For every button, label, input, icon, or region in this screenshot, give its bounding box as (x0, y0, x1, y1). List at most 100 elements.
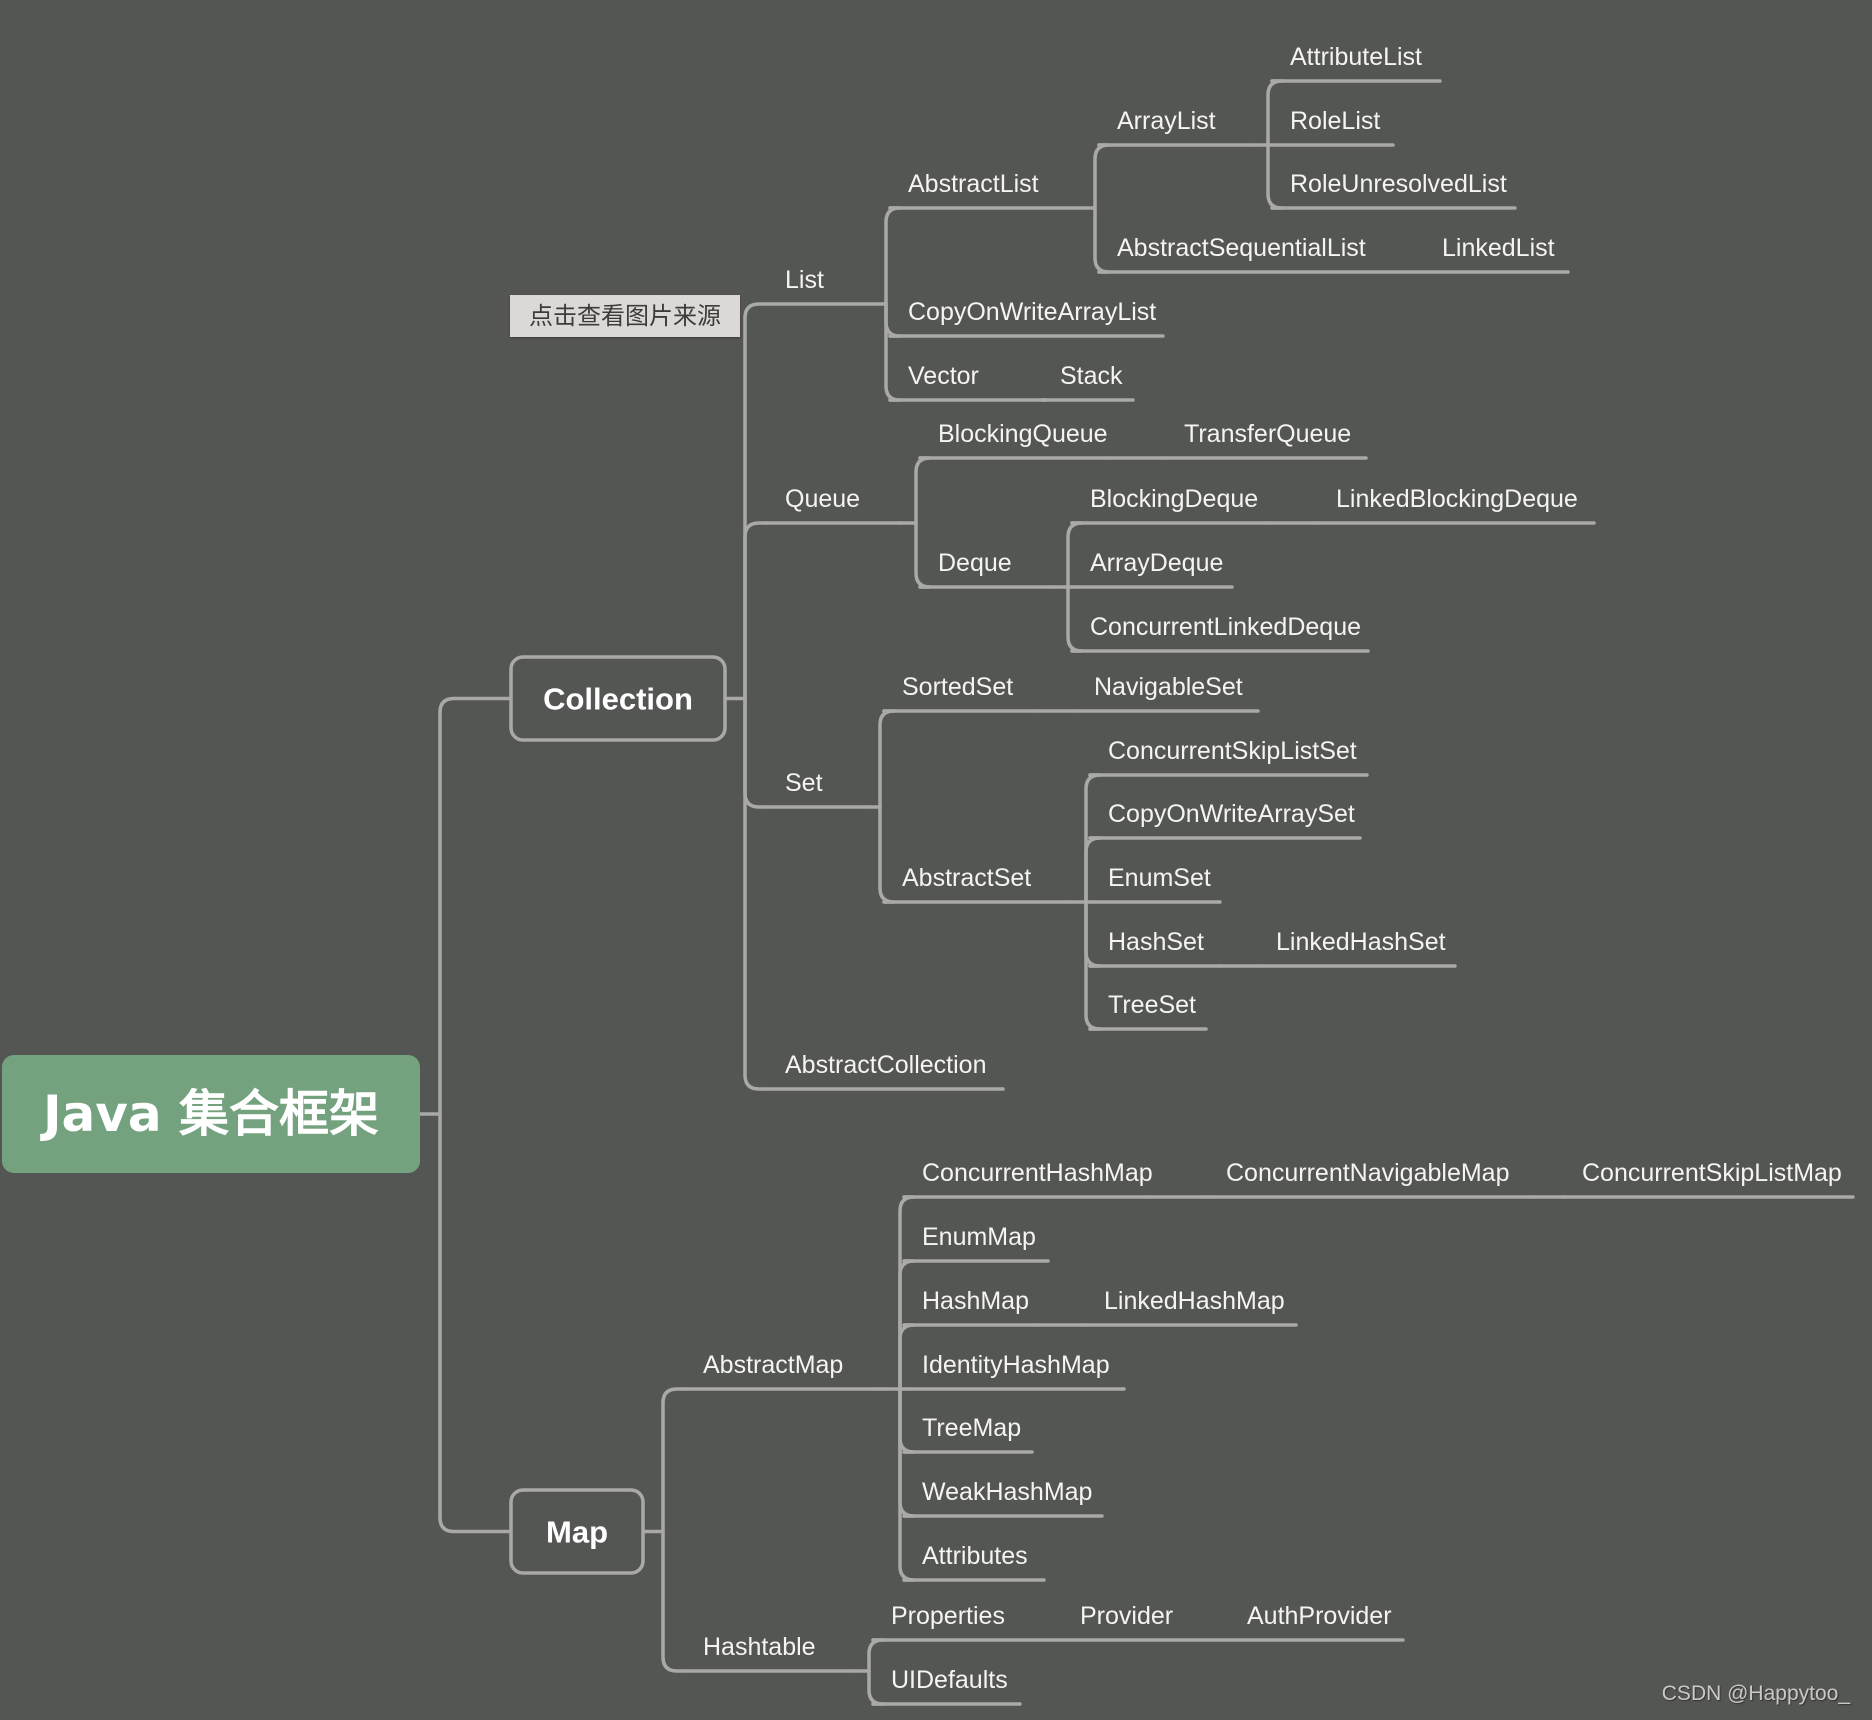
weakhashmap-label: WeakHashMap (922, 1478, 1092, 1506)
concurrentskiplistset-label: ConcurrentSkipListSet (1108, 737, 1357, 765)
concurrenthashmap-label: ConcurrentHashMap (922, 1159, 1153, 1187)
edge-arraylist-attributelist (1266, 79, 1284, 147)
edge-deque-concurrentlinkeddeque (1066, 585, 1084, 653)
treeset-label: TreeSet (1108, 991, 1196, 1019)
node-vector[interactable]: Vector (888, 362, 1047, 402)
mind-map-canvas: Java 集合框架 Collection List AbstractList Array… (2, 43, 1855, 1706)
node-navigableset[interactable]: NavigableSet (1074, 673, 1260, 713)
node-linkedhashset[interactable]: LinkedHashSet (1256, 928, 1457, 968)
abstractlist-label: AbstractList (908, 170, 1039, 198)
node-attributelist[interactable]: AttributeList (1270, 43, 1442, 83)
concurrentskiplistmap-label: ConcurrentSkipListMap (1582, 1159, 1842, 1187)
node-abstractset[interactable]: AbstractSet (882, 864, 1072, 904)
provider-label: Provider (1080, 1602, 1173, 1630)
concurrentnavigablemap-label: ConcurrentNavigableMap (1226, 1159, 1509, 1187)
enumset-label: EnumSet (1108, 864, 1211, 892)
edge-deque-blockingdeque (1066, 521, 1084, 589)
hashset-label: HashSet (1108, 928, 1204, 956)
node-concurrenthashmap[interactable]: ConcurrentHashMap (902, 1159, 1153, 1199)
node-stack[interactable]: Stack (1040, 362, 1135, 402)
node-copyonwritearraylist[interactable]: CopyOnWriteArrayList (888, 298, 1165, 338)
edge-collection-queue (743, 521, 769, 701)
node-blockingqueue[interactable]: BlockingQueue (918, 420, 1112, 460)
node-treeset[interactable]: TreeSet (1088, 991, 1208, 1031)
list-label: List (785, 266, 824, 294)
node-transferqueue[interactable]: TransferQueue (1164, 420, 1368, 460)
node-collection[interactable]: Collection (509, 655, 727, 742)
attributelist-label: AttributeList (1290, 43, 1422, 71)
node-weakhashmap[interactable]: WeakHashMap (902, 1478, 1104, 1518)
node-abstractsequentiallist[interactable]: AbstractSequentialList (1097, 234, 1382, 274)
node-arraylist[interactable]: ArrayList (1097, 107, 1254, 147)
node-authprovider[interactable]: AuthProvider (1227, 1602, 1405, 1642)
edge-abstractmap-attributes (898, 1387, 916, 1582)
node-hashmap[interactable]: HashMap (902, 1287, 1037, 1327)
node-linkedlist[interactable]: LinkedList (1422, 234, 1570, 274)
node-map[interactable]: Map (509, 1488, 645, 1575)
edge-hashtable-properties (867, 1638, 885, 1673)
node-properties[interactable]: Properties (871, 1602, 1042, 1642)
blockingdeque-label: BlockingDeque (1090, 485, 1258, 513)
root-node[interactable]: Java 集合框架 (2, 1055, 420, 1173)
set-label: Set (785, 769, 823, 797)
node-blockingdeque[interactable]: BlockingDeque (1070, 485, 1272, 525)
node-hashtable[interactable]: Hashtable (683, 1633, 855, 1673)
copyonwritearraylist-label: CopyOnWriteArrayList (908, 298, 1156, 326)
attributes-label: Attributes (922, 1542, 1028, 1570)
edge-abstractmap-concurrenthashmap (898, 1195, 916, 1391)
node-enumset[interactable]: EnumSet (1088, 864, 1222, 904)
node-roleunresolvedlist[interactable]: RoleUnresolvedList (1270, 170, 1517, 210)
edge-collection-list (743, 302, 769, 701)
node-list[interactable]: List (765, 266, 872, 306)
treemap-label: TreeMap (922, 1414, 1021, 1442)
edge-set-abstractset (878, 805, 896, 904)
node-queue[interactable]: Queue (765, 485, 902, 525)
node-attributes[interactable]: Attributes (902, 1542, 1046, 1582)
edge-queue-deque (914, 521, 932, 589)
edge-hashtable-uidefaults (867, 1669, 885, 1706)
enummap-label: EnumMap (922, 1223, 1036, 1251)
node-sortedset[interactable]: SortedSet (882, 673, 1039, 713)
edge-collection-abstractcollection (743, 696, 769, 1091)
abstractsequentiallist-label: AbstractSequentialList (1117, 234, 1366, 262)
root-label: Java 集合框架 (40, 1085, 379, 1143)
edge-arraylist-roleunresolvedlist (1266, 143, 1284, 210)
node-set[interactable]: Set (765, 769, 867, 809)
node-abstractlist[interactable]: AbstractList (888, 170, 1082, 210)
node-concurrentlinkeddeque[interactable]: ConcurrentLinkedDeque (1070, 613, 1370, 653)
sortedset-label: SortedSet (902, 673, 1013, 701)
node-linkedhashmap[interactable]: LinkedHashMap (1084, 1287, 1298, 1327)
copyonwritearrayset-label: CopyOnWriteArraySet (1108, 800, 1355, 828)
deque-label: Deque (938, 549, 1012, 577)
node-rolelist[interactable]: RoleList (1270, 107, 1395, 147)
edge-abstractlist-arraylist (1093, 143, 1111, 210)
mind-map-nodes: Java 集合框架 Collection List AbstractList Array… (2, 43, 1855, 1706)
node-treemap[interactable]: TreeMap (902, 1414, 1034, 1454)
node-concurrentskiplistmap[interactable]: ConcurrentSkipListMap (1562, 1159, 1855, 1199)
node-abstractcollection[interactable]: AbstractCollection (765, 1051, 1005, 1091)
node-linkedblockingdeque[interactable]: LinkedBlockingDeque (1316, 485, 1596, 525)
collection-label: Collection (543, 682, 693, 717)
edge-abstractmap-treemap (898, 1387, 916, 1454)
edge-collection-set (743, 696, 769, 809)
node-hashset[interactable]: HashSet (1088, 928, 1222, 968)
view-image-source-button[interactable]: 点击查看图片来源 (510, 295, 740, 337)
queue-label: Queue (785, 485, 860, 513)
node-deque[interactable]: Deque (918, 549, 1055, 589)
edge-list-vector (884, 302, 902, 402)
node-concurrentnavigablemap[interactable]: ConcurrentNavigableMap (1206, 1159, 1532, 1199)
edge-root-map (438, 1112, 513, 1534)
node-arraydeque[interactable]: ArrayDeque (1070, 549, 1234, 589)
node-identityhashmap[interactable]: IdentityHashMap (902, 1351, 1126, 1391)
node-concurrentskiplistset[interactable]: ConcurrentSkipListSet (1088, 737, 1369, 777)
node-provider[interactable]: Provider (1060, 1602, 1217, 1642)
stack-label: Stack (1060, 362, 1123, 390)
node-enummap[interactable]: EnumMap (902, 1223, 1050, 1263)
edge-abstractmap-hashmap (898, 1323, 916, 1391)
node-copyonwritearrayset[interactable]: CopyOnWriteArraySet (1088, 800, 1362, 840)
edge-abstractset-hashset (1084, 900, 1102, 968)
navigableset-label: NavigableSet (1094, 673, 1243, 701)
node-abstractmap[interactable]: AbstractMap (683, 1351, 882, 1391)
edge-abstractset-copyonwritearrayset (1084, 836, 1102, 904)
node-uidefaults[interactable]: UIDefaults (871, 1666, 1022, 1706)
